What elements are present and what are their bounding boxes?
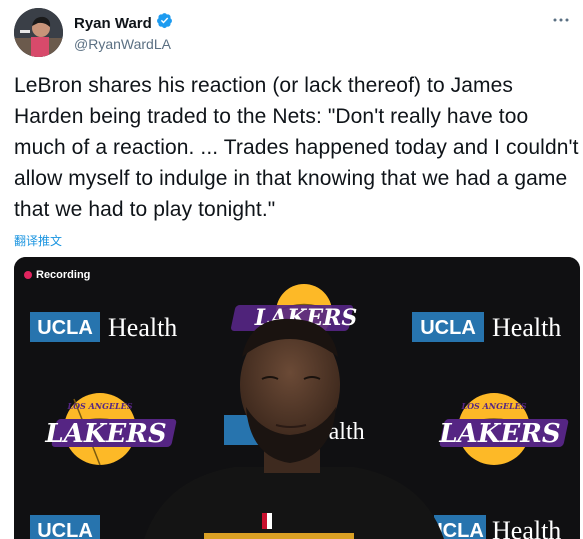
verified-badge-icon: [156, 12, 173, 34]
author-block: Ryan Ward @RyanWardLA: [74, 12, 173, 52]
name-row: Ryan Ward: [74, 12, 173, 34]
svg-text:Health: Health: [492, 516, 561, 539]
more-options-button[interactable]: [551, 12, 571, 28]
svg-text:Health: Health: [108, 313, 177, 342]
svg-text:LOS ANGELES: LOS ANGELES: [460, 401, 526, 411]
more-options-icon: [553, 18, 569, 22]
svg-text:LAKERS: LAKERS: [438, 419, 560, 449]
svg-text:LOS ANGELES: LOS ANGELES: [66, 401, 132, 411]
svg-text:Health: Health: [492, 313, 561, 342]
recording-label: Recording: [36, 269, 91, 281]
tweet-text: LeBron shares his reaction (or lack ther…: [14, 74, 579, 221]
avatar[interactable]: [14, 8, 63, 57]
svg-text:LAKERS: LAKERS: [44, 419, 166, 449]
press-conference-image: UCLA Health UCLA Health LAKERS LOS ANGEL…: [14, 257, 580, 539]
svg-text:UCLA: UCLA: [37, 317, 93, 339]
svg-text:UCLA: UCLA: [37, 520, 93, 539]
translate-tweet-link[interactable]: 翻译推文: [14, 232, 62, 249]
ucla-health-sign-bottom-left: UCLA: [30, 515, 100, 539]
recording-dot-icon: [24, 271, 32, 279]
ucla-health-sign-bottom-right: UCLA Health: [428, 515, 561, 539]
display-name[interactable]: Ryan Ward: [74, 15, 152, 32]
svg-text:UCLA: UCLA: [420, 317, 476, 339]
tweet: Ryan Ward @RyanWardLA LeBron shares his …: [0, 0, 583, 539]
handle[interactable]: @RyanWardLA: [74, 36, 173, 52]
tweet-media-video[interactable]: UCLA Health UCLA Health LAKERS LOS ANGEL…: [14, 257, 580, 539]
recording-indicator: Recording: [24, 269, 90, 281]
